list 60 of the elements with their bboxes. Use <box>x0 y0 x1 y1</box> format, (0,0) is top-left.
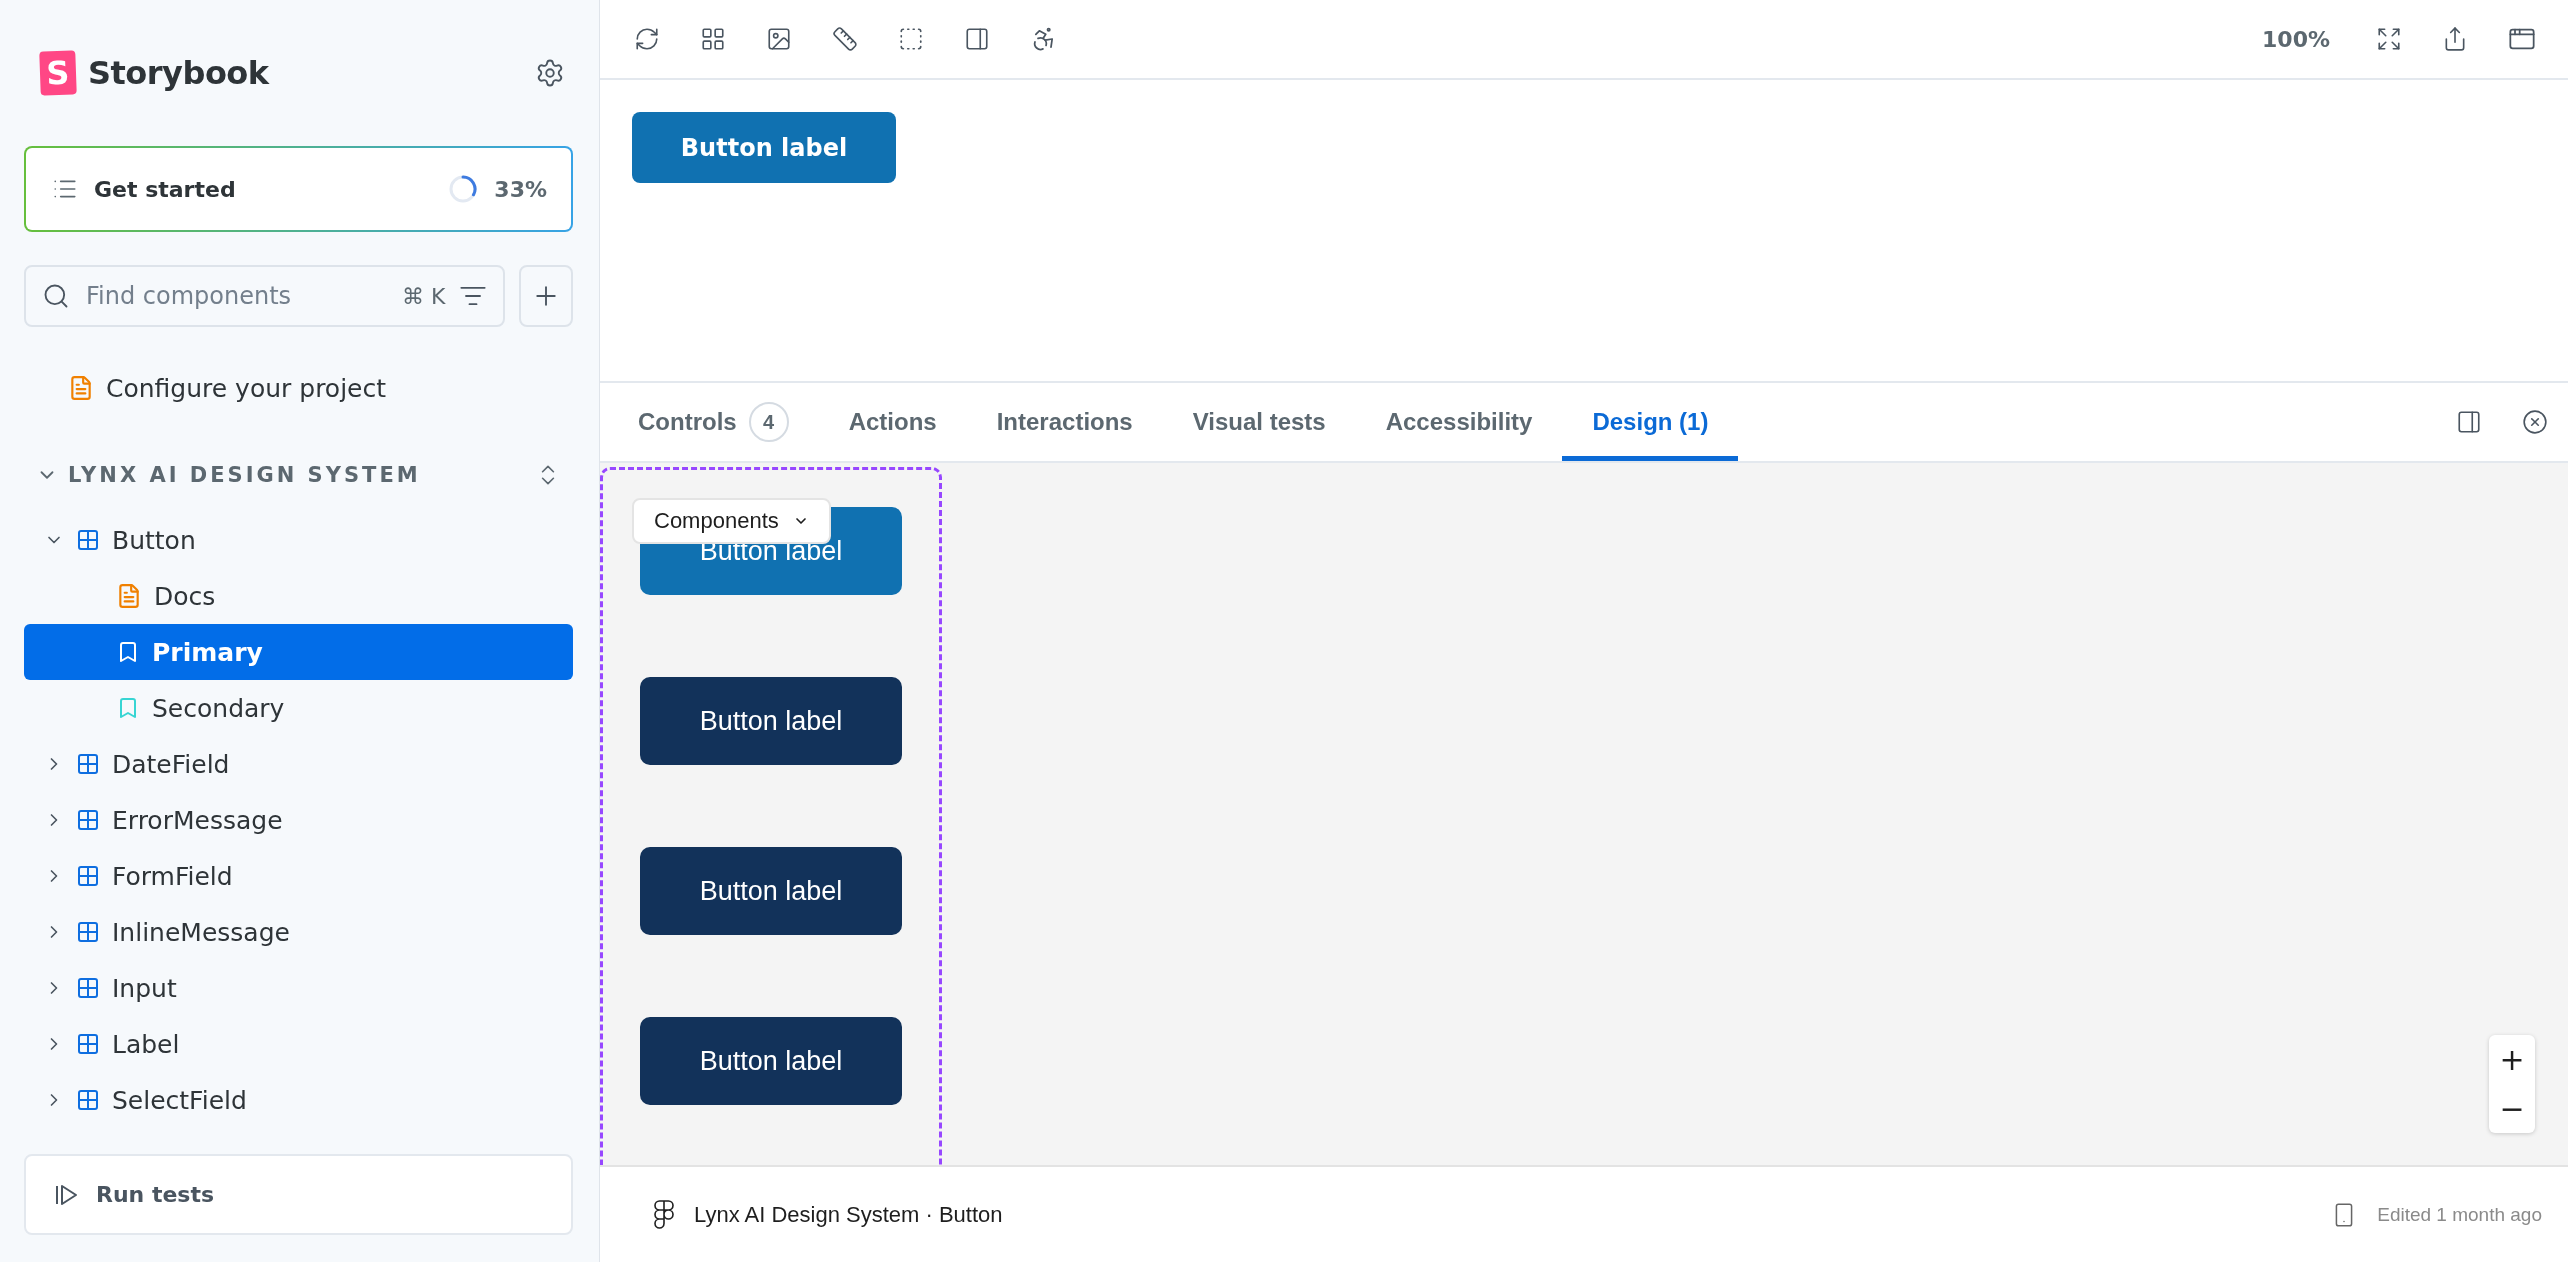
image-icon[interactable] <box>766 26 792 52</box>
tree-item[interactable]: Docs <box>24 568 573 624</box>
count-badge: 4 <box>748 402 789 442</box>
tree-item[interactable]: Input <box>24 960 573 1016</box>
progress-percent: 33% <box>494 176 547 202</box>
document-icon <box>68 375 94 401</box>
tree-item[interactable]: Label <box>24 1016 573 1072</box>
tree-item[interactable]: ErrorMessage <box>24 792 573 848</box>
grid-icon[interactable] <box>700 26 726 52</box>
panel-layout-icon[interactable] <box>2456 409 2482 435</box>
component-icon <box>76 1032 100 1056</box>
add-button[interactable] <box>519 265 573 327</box>
layer-dropdown[interactable]: Components <box>632 498 831 544</box>
file-name: Lynx AI Design System · Button <box>694 1201 1004 1228</box>
progress-ring <box>448 174 479 204</box>
tree-item[interactable]: InlineMessage <box>24 904 573 960</box>
edited-time: Edited 1 month ago <box>2377 1203 2542 1226</box>
tree-item[interactable]: DateField <box>24 736 573 792</box>
search-input[interactable]: Find components <box>84 281 388 311</box>
fullscreen-icon[interactable] <box>2376 26 2402 52</box>
addon-tab[interactable]: Accessibility <box>1355 383 1563 461</box>
storybook-logo: S <box>39 50 77 96</box>
zoom-reset-button[interactable]: 100% <box>2262 26 2330 52</box>
search-icon <box>42 282 70 310</box>
design-button[interactable]: Button label <box>640 847 902 935</box>
brand-name: Storybook <box>88 54 269 92</box>
component-icon <box>76 864 100 888</box>
component-icon <box>76 528 100 552</box>
shortcut-hint: ⌘ K <box>402 283 446 309</box>
sidebar-item[interactable]: Configure your project <box>24 360 573 416</box>
addon-tab[interactable]: Visual tests <box>1162 383 1356 461</box>
component-icon <box>76 1088 100 1112</box>
zoom-in-button[interactable]: + <box>2489 1035 2535 1084</box>
tree-item[interactable]: Secondary <box>24 680 573 736</box>
tree-item[interactable]: Button <box>24 512 573 568</box>
zoom-out-button[interactable]: − <box>2489 1084 2535 1133</box>
tree-item[interactable]: FormField <box>24 848 573 904</box>
component-icon <box>76 752 100 776</box>
ruler-icon[interactable] <box>832 26 858 52</box>
document-icon <box>116 583 142 609</box>
figma-logo-icon <box>654 1199 674 1230</box>
section-header[interactable]: LYNX AI DESIGN SYSTEM <box>24 447 573 503</box>
tree-item[interactable]: Primary <box>24 624 573 680</box>
close-icon[interactable] <box>2522 409 2548 435</box>
design-button[interactable]: Button label <box>640 1017 902 1105</box>
component-icon <box>76 920 100 944</box>
preview-button[interactable]: Button label <box>632 112 896 183</box>
tree-item[interactable]: SelectField <box>24 1072 573 1128</box>
component-icon <box>76 808 100 832</box>
design-button[interactable]: Button label <box>640 677 902 765</box>
settings-button[interactable] <box>535 58 565 88</box>
get-started-button[interactable]: Get started 33% <box>24 146 573 232</box>
addon-tab[interactable]: Actions <box>818 383 967 461</box>
addon-tab[interactable]: Controls 4 <box>608 383 819 461</box>
outline-icon[interactable] <box>898 26 924 52</box>
component-icon <box>76 976 100 1000</box>
run-tests-button[interactable]: Run tests <box>24 1154 573 1235</box>
addon-tab[interactable]: Interactions <box>966 383 1163 461</box>
search-field[interactable]: Find components ⌘ K <box>24 265 506 327</box>
reload-icon[interactable] <box>634 26 660 52</box>
